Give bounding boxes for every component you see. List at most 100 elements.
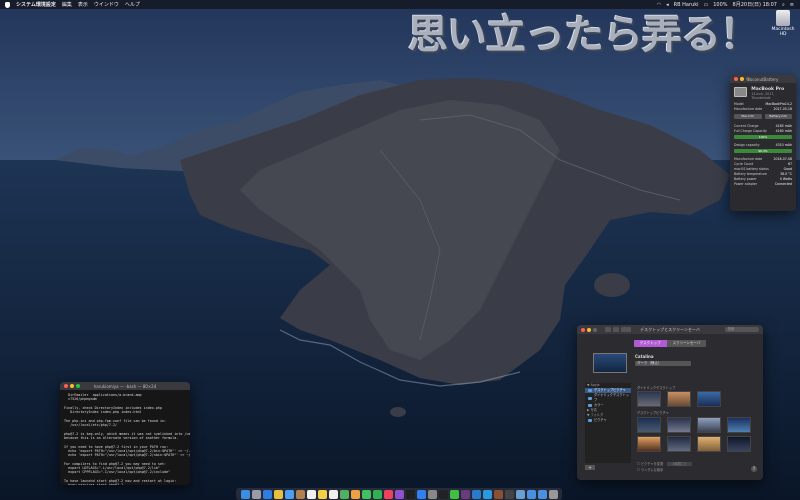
prefs-toolbar: デスクトップとスクリーンセーバ 検索 <box>577 325 763 334</box>
folder-icon <box>588 389 592 392</box>
chrome-icon[interactable] <box>273 489 283 499</box>
folder-icon <box>588 396 592 400</box>
appstore-icon[interactable] <box>416 489 426 499</box>
help-button[interactable]: ? <box>751 466 757 472</box>
dynamic-thumbnails <box>637 391 721 407</box>
menu-app-name[interactable]: システム環境設定 <box>16 1 56 8</box>
wallpaper-thumbnail[interactable] <box>697 417 721 433</box>
terminal-output[interactable]: DirEmailer applications/a-brand-amp c752… <box>60 390 190 485</box>
settings-icon[interactable] <box>427 489 437 499</box>
wallpaper-thumbnail[interactable] <box>667 391 691 407</box>
preview-icon[interactable] <box>515 489 525 499</box>
terminal-line: because this is an alternate version of … <box>64 435 179 440</box>
line-icon[interactable] <box>449 489 459 499</box>
menu-window[interactable]: ウインドウ <box>94 1 119 8</box>
dock <box>236 488 562 500</box>
mail-icon[interactable] <box>284 489 294 499</box>
slack-icon[interactable] <box>460 489 470 499</box>
music-icon[interactable] <box>383 489 393 499</box>
battery-info-value: 4160 mAh <box>775 129 792 133</box>
wallpaper-preview <box>593 353 627 373</box>
control-center-icon[interactable]: ≡ <box>790 2 794 8</box>
laptop-icon <box>734 87 748 97</box>
change-picture-checkbox[interactable]: ☐ ピクチャを変更： 1時間ごと <box>637 461 693 466</box>
battery-info-button[interactable]: Battery Info <box>764 114 792 119</box>
wallpaper-thumbnail[interactable] <box>637 417 661 433</box>
sidebar-item-pictures[interactable]: ピクチャ <box>585 418 631 423</box>
folder-icon[interactable] <box>526 489 536 499</box>
notes-icon[interactable] <box>317 489 327 499</box>
wallpaper-thumbnail[interactable] <box>727 417 751 433</box>
xcode-icon[interactable] <box>482 489 492 499</box>
picture-thumbnails-row2 <box>637 436 751 452</box>
add-folder-button[interactable]: + <box>585 465 595 470</box>
maps-icon[interactable] <box>339 489 349 499</box>
overlay-title: 思い立ったら弄る！ <box>408 12 760 58</box>
desktop-icon-macintosh-hd[interactable]: Macintosh HD <box>770 10 796 37</box>
safari-icon[interactable] <box>262 489 272 499</box>
search-icon[interactable]: ⌕ <box>782 2 785 8</box>
battery-info-key: Full Charge Capacity <box>734 129 767 133</box>
window-title: harukiomiya — -bash — 80×24 <box>93 383 157 389</box>
downloads-icon[interactable] <box>537 489 547 499</box>
sidebar-item-dynamic[interactable]: ダイナミックデスクトップ <box>585 393 631 403</box>
appearance-select[interactable]: ダーク（静止） <box>635 361 691 366</box>
reminders-icon[interactable] <box>328 489 338 499</box>
messages-icon[interactable] <box>361 489 371 499</box>
terminal-line: brew services start php@7.2 <box>64 483 186 485</box>
battery-info-row: Full Charge Capacity 4160 mAh <box>730 129 796 134</box>
search-field[interactable]: 検索 <box>725 327 759 332</box>
capacity-bar: 96.4% <box>734 149 792 153</box>
tv-icon[interactable] <box>405 489 415 499</box>
mac-info-button[interactable]: Mac Info <box>734 114 762 119</box>
terminal-icon[interactable] <box>438 489 448 499</box>
source-sidebar: ▼ Apple デスクトップピクチャ ダイナミックデスクトップ カラー ▶ 写真… <box>585 383 631 463</box>
contacts-icon[interactable] <box>295 489 305 499</box>
battery-info-key: Design capacity <box>734 143 760 147</box>
wallpaper-thumbnail[interactable] <box>697 436 721 452</box>
apple-menu-icon[interactable] <box>5 1 10 8</box>
menu-view[interactable]: 表示 <box>78 1 88 8</box>
charge-bar: 100% <box>734 135 792 139</box>
window-title: coconutBattery <box>747 76 779 82</box>
wallpaper-thumbnail[interactable] <box>697 391 721 407</box>
calendar-icon[interactable] <box>306 489 316 499</box>
section-pictures-label: デスクトップピクチャ <box>637 411 669 415</box>
wallpaper-thumbnail[interactable] <box>667 436 691 452</box>
wallpaper-thumbnail[interactable] <box>637 436 661 452</box>
menu-edit[interactable]: 編集 <box>62 1 72 8</box>
wallpaper-thumbnail[interactable] <box>637 391 661 407</box>
terminal-line: echo 'export PATH="/usr/local/opt/php@7.… <box>68 453 190 458</box>
hard-drive-icon <box>776 10 790 26</box>
picture-name: Catalina <box>635 354 654 359</box>
tab-desktop[interactable]: デスクトップ <box>633 340 667 347</box>
battery-info-key: Power adapter <box>734 182 758 186</box>
wallpaper-thumbnail[interactable] <box>667 417 691 433</box>
battery-model-sub: 13-inch, 2017, Thunderbolt <box>751 92 775 100</box>
coconut-icon[interactable] <box>493 489 503 499</box>
desktop-icon-label: Macintosh HD <box>771 27 795 37</box>
trash-icon[interactable] <box>548 489 558 499</box>
battery-info-key: Manufacture date <box>734 107 763 111</box>
photos-icon[interactable] <box>350 489 360 499</box>
battery-info-value: 2017-05-18 <box>773 107 792 111</box>
battery-info-row: Power adapter Connected <box>730 182 796 187</box>
finder-icon[interactable] <box>240 489 250 499</box>
wallpaper-thumbnail[interactable] <box>727 436 751 452</box>
section-dynamic-label: ダイナミックデスクトップ <box>637 386 676 390</box>
folder-icon <box>588 419 592 422</box>
launchpad-icon[interactable] <box>251 489 261 499</box>
battery-info-value: Connected <box>774 182 792 186</box>
vscode-icon[interactable] <box>471 489 481 499</box>
change-interval-select[interactable]: 1時間ごと <box>667 462 693 466</box>
menu-help[interactable]: ヘルプ <box>125 1 140 8</box>
tab-screensaver[interactable]: スクリーンセーバ <box>666 340 707 347</box>
random-order-checkbox[interactable]: ☐ ランダムな順序 <box>637 467 663 472</box>
podcasts-icon[interactable] <box>394 489 404 499</box>
facetime-icon[interactable] <box>372 489 382 499</box>
battery-titlebar: coconutBattery <box>730 75 796 83</box>
terminal-window: harukiomiya — -bash — 80×24 DirEmailer a… <box>60 382 190 485</box>
picture-thumbnails-row1 <box>637 417 751 433</box>
activity-icon[interactable] <box>504 489 514 499</box>
terminal-titlebar: harukiomiya — -bash — 80×24 <box>60 382 190 390</box>
